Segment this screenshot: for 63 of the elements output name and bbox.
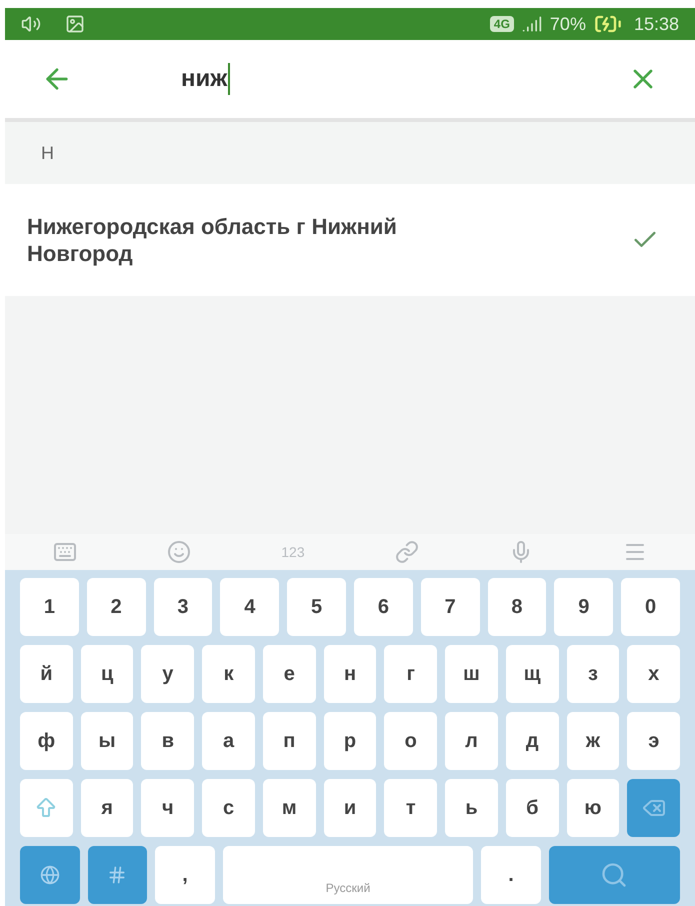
key[interactable]: ч	[141, 779, 194, 837]
key[interactable]: 4	[220, 578, 280, 636]
globe-icon	[40, 865, 60, 885]
language-key[interactable]	[20, 846, 80, 904]
section-header: Н	[5, 122, 695, 184]
hash-icon	[107, 865, 128, 885]
search-field[interactable]: ниж	[181, 63, 230, 95]
key[interactable]: м	[262, 779, 316, 837]
key[interactable]: .	[481, 846, 541, 904]
key[interactable]: в	[141, 712, 194, 770]
network-label: 4G	[490, 16, 514, 32]
key[interactable]: 7	[420, 578, 480, 636]
key[interactable]: н	[324, 645, 376, 703]
key[interactable]: 3	[154, 578, 212, 636]
key[interactable]: я	[80, 779, 134, 837]
key[interactable]: л	[445, 712, 498, 770]
key[interactable]: т	[384, 779, 438, 837]
smiley-icon[interactable]	[167, 540, 192, 564]
key[interactable]: 9	[554, 578, 614, 636]
key[interactable]: 0	[621, 578, 680, 636]
key[interactable]: р	[324, 712, 376, 770]
key[interactable]: 5	[287, 578, 346, 636]
key[interactable]: ж	[566, 712, 620, 770]
clock: 15:38	[634, 13, 679, 36]
key[interactable]: и	[324, 779, 376, 837]
key[interactable]: с	[202, 779, 255, 837]
key[interactable]: д	[506, 712, 559, 770]
battery-percent: 70%	[550, 13, 586, 36]
search-icon	[600, 861, 628, 889]
shift-key[interactable]	[20, 779, 73, 837]
signal-icon	[522, 14, 542, 34]
key[interactable]: ,	[155, 846, 215, 904]
key[interactable]: ю	[566, 779, 620, 837]
key[interactable]: а	[202, 712, 255, 770]
speaker-icon	[21, 14, 41, 34]
key[interactable]: ь	[445, 779, 498, 837]
key[interactable]: п	[262, 712, 316, 770]
key[interactable]: х	[627, 645, 680, 703]
image-icon	[65, 14, 85, 34]
key[interactable]: у	[141, 645, 194, 703]
key[interactable]: ц	[80, 645, 134, 703]
key[interactable]: з	[566, 645, 620, 703]
key[interactable]: е	[262, 645, 316, 703]
key[interactable]: ф	[20, 712, 73, 770]
backspace-key[interactable]	[627, 779, 680, 837]
key[interactable]: ш	[445, 645, 498, 703]
key[interactable]: 1	[20, 578, 79, 636]
result-label: Нижегородская область г Нижний Новгород	[27, 213, 398, 267]
key[interactable]: щ	[506, 645, 559, 703]
key[interactable]: г	[384, 645, 438, 703]
symbols-key[interactable]	[88, 846, 148, 904]
key[interactable]: э	[627, 712, 680, 770]
key[interactable]: 8	[488, 578, 546, 636]
search-key[interactable]	[548, 846, 680, 904]
link-icon[interactable]	[394, 540, 419, 564]
key[interactable]: 2	[86, 578, 146, 636]
key[interactable]: й	[20, 645, 73, 703]
key[interactable]: б	[506, 779, 559, 837]
keyboard-icon[interactable]	[53, 540, 77, 564]
key[interactable]: к	[202, 645, 255, 703]
key[interactable]: ы	[80, 712, 134, 770]
key[interactable]: о	[384, 712, 438, 770]
key[interactable]: 6	[354, 578, 413, 636]
